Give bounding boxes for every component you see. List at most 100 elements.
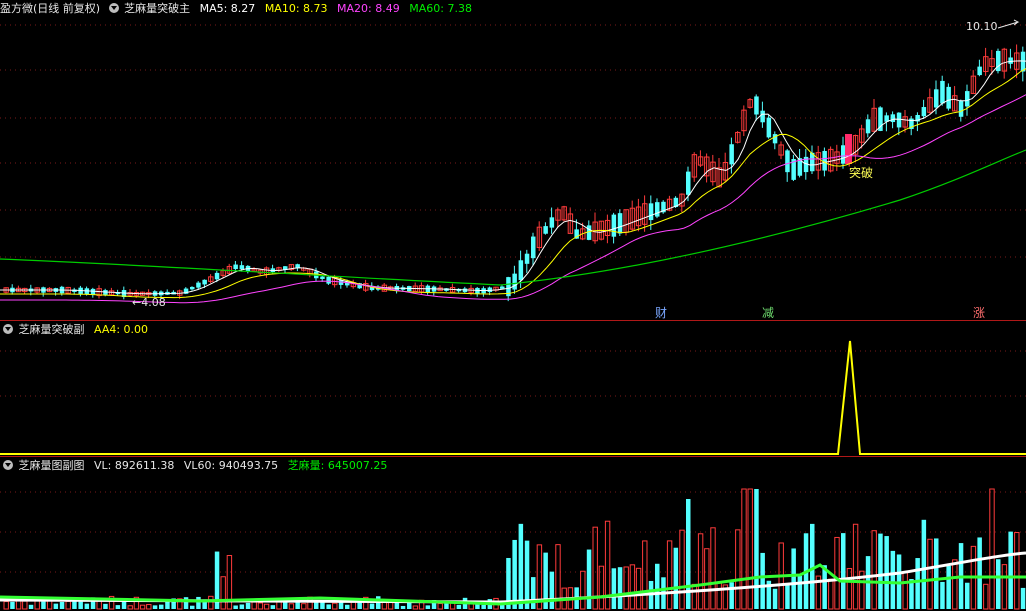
volume-bar bbox=[412, 605, 419, 610]
volume-bar bbox=[28, 604, 34, 609]
candle-body bbox=[921, 107, 927, 117]
volume-bar bbox=[710, 527, 716, 610]
event-marker-finance[interactable]: 财 bbox=[655, 304, 667, 321]
volume-bar bbox=[673, 547, 679, 609]
volume-bar bbox=[902, 572, 908, 610]
candle-body bbox=[239, 265, 245, 270]
candle-body bbox=[766, 117, 772, 138]
volume-chart[interactable] bbox=[0, 457, 1026, 611]
candle-body bbox=[549, 217, 555, 228]
volume-bar bbox=[59, 601, 65, 609]
volume-bar bbox=[251, 601, 257, 610]
volume-bar bbox=[518, 523, 524, 609]
volume-bar bbox=[314, 601, 319, 609]
volume-bar bbox=[965, 582, 970, 609]
volume-bar bbox=[890, 550, 896, 609]
event-marker-reduce[interactable]: 减 bbox=[762, 304, 774, 321]
volume-bar bbox=[437, 603, 443, 610]
volume-bar bbox=[3, 601, 9, 610]
volume-bar bbox=[629, 564, 636, 610]
breakout-sub-pane[interactable]: 芝麻量突破副 AA4: 0.00 bbox=[0, 321, 1026, 456]
volume-bar bbox=[852, 523, 859, 610]
candle-body bbox=[772, 134, 778, 144]
candle-body bbox=[655, 202, 660, 217]
volume-bar bbox=[549, 571, 555, 609]
volume-bar bbox=[139, 604, 146, 610]
candle-body bbox=[233, 264, 238, 270]
volume-bar bbox=[22, 600, 28, 610]
volume-bar bbox=[257, 602, 264, 610]
volume-bar bbox=[165, 601, 170, 609]
volume-bar bbox=[245, 602, 251, 609]
volume-bar bbox=[846, 568, 853, 610]
volume-bar bbox=[617, 567, 623, 609]
volume-bar bbox=[301, 603, 307, 610]
volume-bar bbox=[15, 600, 22, 610]
volume-bar bbox=[785, 583, 790, 609]
candle-body bbox=[760, 110, 765, 123]
candlestick-chart[interactable]: 10.10 ←4.08 突破 bbox=[0, 0, 1026, 320]
volume-bar bbox=[332, 602, 338, 610]
breakout-label: 突破 bbox=[849, 165, 873, 180]
volume-bar bbox=[208, 595, 214, 610]
breakout-candle bbox=[845, 134, 852, 164]
candle-body bbox=[890, 114, 896, 123]
candle-body bbox=[785, 150, 790, 173]
volume-bar bbox=[183, 597, 189, 609]
volume-bar bbox=[598, 565, 605, 610]
volume-bar bbox=[357, 602, 362, 609]
volume-bar bbox=[977, 537, 982, 609]
candle-body bbox=[896, 112, 902, 128]
volume-bar bbox=[940, 581, 945, 609]
candle-body bbox=[611, 214, 617, 237]
volume-bar bbox=[196, 596, 201, 609]
candle-body bbox=[940, 80, 945, 104]
volume-bar bbox=[121, 601, 127, 609]
volume-bar bbox=[915, 558, 920, 609]
high-arrow bbox=[997, 19, 1020, 29]
candle-body bbox=[512, 273, 517, 290]
candle-body bbox=[1008, 57, 1013, 64]
volume-sub-pane[interactable]: 芝麻量图副图 VL: 892611.38 VL60: 940493.75 芝麻量… bbox=[0, 457, 1026, 611]
candle-body bbox=[320, 276, 325, 279]
volume-bar bbox=[41, 601, 46, 609]
candle-body bbox=[214, 272, 220, 280]
volume-bar bbox=[884, 536, 889, 609]
volume-bar bbox=[666, 540, 673, 610]
volume-bar bbox=[263, 603, 270, 610]
volume-bar bbox=[1014, 532, 1020, 610]
high-price-label: 10.10 bbox=[966, 20, 998, 33]
volume-bar bbox=[996, 559, 1001, 609]
aa4-line bbox=[0, 340, 1026, 455]
volume-bar bbox=[481, 604, 486, 609]
volume-bar bbox=[841, 533, 846, 609]
volume-bar bbox=[65, 600, 71, 610]
volume-bar bbox=[691, 583, 698, 610]
candle-body bbox=[500, 286, 505, 289]
volume-bar bbox=[642, 540, 648, 610]
candle-body bbox=[190, 286, 195, 290]
volume-bar bbox=[152, 605, 158, 609]
volume-bar bbox=[220, 576, 226, 610]
main-chart-pane[interactable]: 盈方微(日线 前复权) 芝麻量突破主 MA5: 8.27 MA10: 8.73 … bbox=[0, 0, 1026, 320]
event-marker-rise[interactable]: 涨 bbox=[973, 304, 985, 321]
candle-body bbox=[1020, 51, 1026, 72]
candle-body bbox=[586, 225, 592, 240]
breakout-signal-chart[interactable] bbox=[0, 321, 1026, 456]
candle-body bbox=[865, 119, 871, 134]
volume-bar bbox=[270, 605, 276, 609]
volume-bar bbox=[53, 603, 59, 609]
volume-bar bbox=[159, 604, 164, 609]
volume-bar bbox=[425, 605, 431, 609]
volume-bar bbox=[797, 575, 803, 609]
volume-bar bbox=[190, 605, 195, 609]
volume-bar bbox=[146, 604, 152, 610]
candle-body bbox=[934, 89, 939, 108]
volume-bar bbox=[772, 588, 778, 609]
candle-body bbox=[202, 279, 207, 285]
volume-bar bbox=[611, 568, 617, 609]
candle-body bbox=[524, 253, 530, 264]
candle-body bbox=[326, 276, 331, 284]
volume-bar bbox=[878, 533, 883, 609]
volume-bar bbox=[716, 581, 722, 610]
